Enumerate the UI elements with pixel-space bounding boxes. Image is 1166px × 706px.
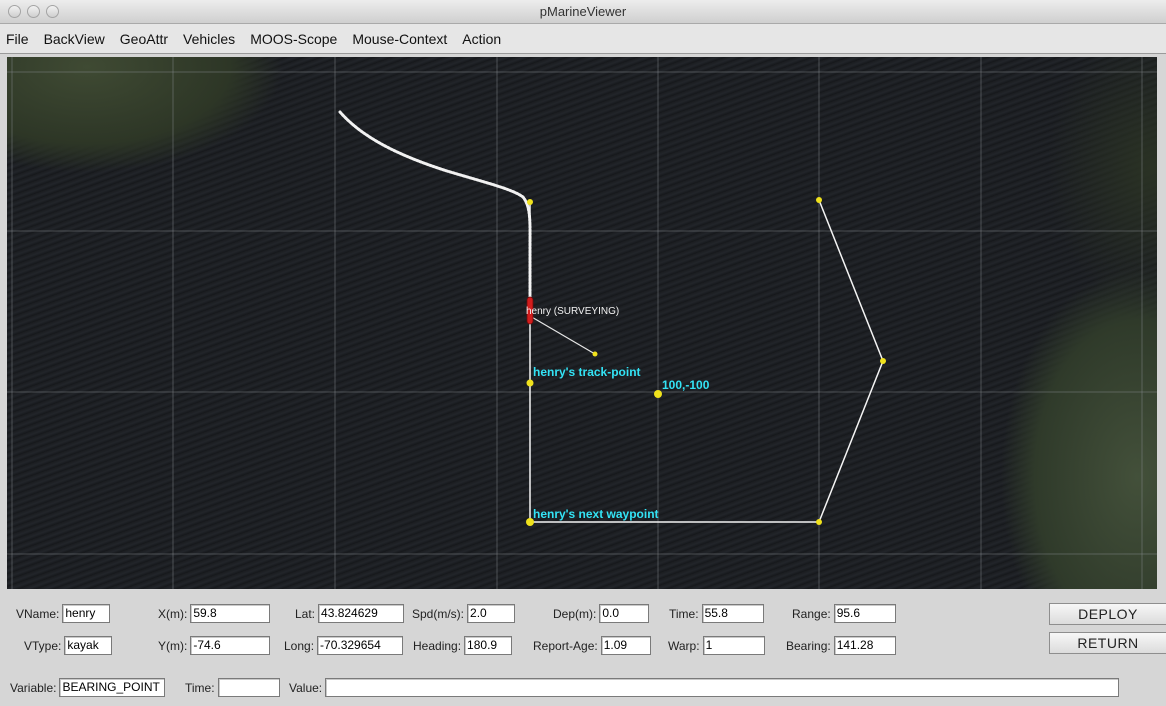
menu-bar: File BackView GeoAttr Vehicles MOOS-Scop… — [0, 24, 1166, 54]
heading-field: Heading: 180.9 — [413, 636, 513, 655]
time-field: Time: 55.8 — [669, 604, 764, 623]
point-marker — [654, 390, 662, 398]
y-field: Y(m): -74.6 — [158, 636, 271, 655]
dep-input[interactable]: 0.0 — [599, 604, 650, 623]
waypoint-marker — [880, 358, 886, 364]
warp-input[interactable]: 1 — [702, 636, 765, 655]
warp-field: Warp: 1 — [668, 636, 765, 655]
bearing-input[interactable]: 141.28 — [833, 636, 896, 655]
waypoint-marker — [527, 199, 533, 205]
close-window-icon[interactable] — [8, 5, 21, 18]
survey-path — [529, 199, 884, 523]
dep-field: Dep(m): 0.0 — [553, 604, 650, 623]
bearing-field: Bearing: 141.28 — [786, 636, 896, 655]
menu-geoattr[interactable]: GeoAttr — [120, 31, 168, 47]
heading-line — [529, 315, 596, 355]
vtype-field: VType: kayak — [24, 636, 113, 655]
scope-time-field: Time: — [185, 678, 280, 697]
spd-field: Spd(m/s): 2.0 — [412, 604, 516, 623]
range-input[interactable]: 95.6 — [833, 604, 896, 623]
long-field: Long: -70.329654 — [284, 636, 404, 655]
menu-action[interactable]: Action — [462, 31, 501, 47]
report-age-field: Report-Age: 1.09 — [533, 636, 651, 655]
track-point-marker — [526, 379, 534, 387]
y-input[interactable]: -74.6 — [190, 636, 271, 655]
vname-field: VName: henry — [16, 604, 111, 623]
zoom-window-icon[interactable] — [46, 5, 59, 18]
vtype-input[interactable]: kayak — [64, 636, 113, 655]
vehicle-info-panel: VName: henry X(m): 59.8 Lat: 43.824629 S… — [0, 592, 1166, 706]
time-input[interactable]: 55.8 — [701, 604, 764, 623]
vehicle-label: henry (SURVEYING) — [526, 306, 619, 317]
minimize-window-icon[interactable] — [27, 5, 40, 18]
waypoint-marker — [816, 197, 822, 203]
map-overlay: henry (SURVEYING) henry's track-point 10… — [7, 57, 1157, 589]
scope-variable-field: Variable: BEARING_POINT — [10, 678, 166, 697]
title-bar: pMarineViewer — [0, 0, 1166, 24]
menu-moos-scope[interactable]: MOOS-Scope — [250, 31, 337, 47]
spd-input[interactable]: 2.0 — [467, 604, 516, 623]
x-field: X(m): 59.8 — [158, 604, 271, 623]
waypoint-marker — [816, 519, 822, 525]
lat-input[interactable]: 43.824629 — [318, 604, 405, 623]
long-input[interactable]: -70.329654 — [317, 636, 404, 655]
vehicle-trail — [338, 110, 532, 301]
scope-value-input[interactable] — [325, 678, 1120, 697]
scope-time-input[interactable] — [217, 678, 280, 697]
menu-backview[interactable]: BackView — [44, 31, 105, 47]
deploy-button[interactable]: DEPLOY — [1049, 603, 1166, 625]
heading-input[interactable]: 180.9 — [464, 636, 513, 655]
menu-vehicles[interactable]: Vehicles — [183, 31, 235, 47]
range-field: Range: 95.6 — [792, 604, 896, 623]
report-age-input[interactable]: 1.09 — [600, 636, 651, 655]
heading-end-marker — [592, 351, 598, 357]
return-button[interactable]: RETURN — [1049, 632, 1166, 654]
vname-input[interactable]: henry — [62, 604, 111, 623]
map-view[interactable]: henry (SURVEYING) henry's track-point 10… — [7, 57, 1157, 589]
window-title: pMarineViewer — [539, 4, 627, 19]
x-input[interactable]: 59.8 — [190, 604, 271, 623]
scope-value-field: Value: — [289, 678, 1120, 697]
menu-mouse-context[interactable]: Mouse-Context — [352, 31, 447, 47]
point-label: 100,-100 — [662, 378, 710, 392]
next-waypoint-label: henry's next waypoint — [533, 507, 659, 521]
scope-variable-input[interactable]: BEARING_POINT — [59, 678, 166, 697]
menu-file[interactable]: File — [6, 31, 29, 47]
track-point-label: henry's track-point — [533, 365, 641, 379]
lat-field: Lat: 43.824629 — [295, 604, 405, 623]
